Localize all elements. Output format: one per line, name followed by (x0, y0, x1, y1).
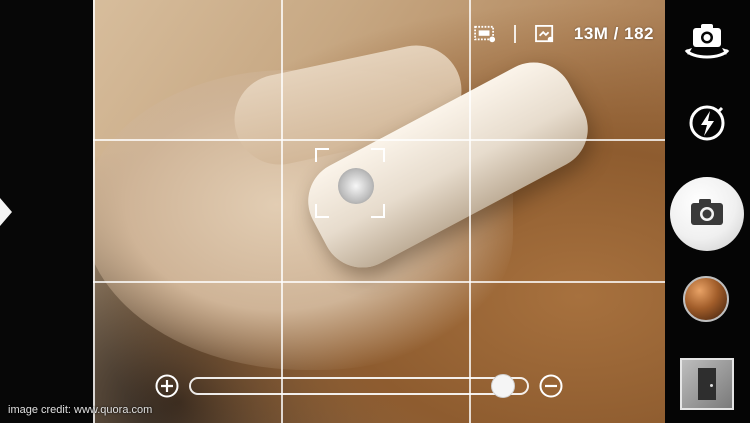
expand-menu-arrow-icon[interactable] (0, 198, 12, 226)
focus-corner (371, 148, 385, 162)
zoom-in-icon[interactable] (155, 374, 179, 398)
grid-line-vertical (281, 0, 283, 423)
scene-mode-icon (474, 25, 495, 43)
camera-screen: 13M / 182 image credit: www.quora.com (0, 0, 750, 423)
focus-corner (315, 204, 329, 218)
status-bar: 13M / 182 (474, 18, 654, 50)
focus-corner (315, 148, 329, 162)
shutter-button[interactable] (670, 177, 744, 251)
zoom-slider[interactable] (189, 374, 529, 398)
camera-controls-panel (665, 0, 750, 423)
focus-frame (315, 148, 385, 218)
left-strip (0, 0, 93, 423)
grid-line-horizontal (93, 139, 665, 141)
grid-line-vertical (469, 0, 471, 423)
zoom-control[interactable] (155, 370, 563, 402)
door-image (698, 368, 716, 400)
grid-line-horizontal (93, 281, 665, 283)
switch-camera-icon[interactable] (678, 14, 736, 72)
zoom-slider-handle[interactable] (490, 374, 515, 398)
status-separator (513, 25, 516, 43)
gallery-thumbnail[interactable] (680, 358, 734, 410)
storage-count: 13M / 182 (573, 24, 654, 43)
flash-auto-icon[interactable] (678, 94, 736, 152)
grid-line-vertical (93, 0, 95, 423)
door-knob-image (710, 384, 713, 387)
storage-icon (534, 25, 553, 43)
focus-corner (371, 204, 385, 218)
effects-icon[interactable] (683, 276, 729, 322)
zoom-out-icon[interactable] (539, 374, 563, 398)
image-credit: image credit: www.quora.com (8, 404, 153, 416)
camera-shutter-icon (691, 199, 723, 225)
